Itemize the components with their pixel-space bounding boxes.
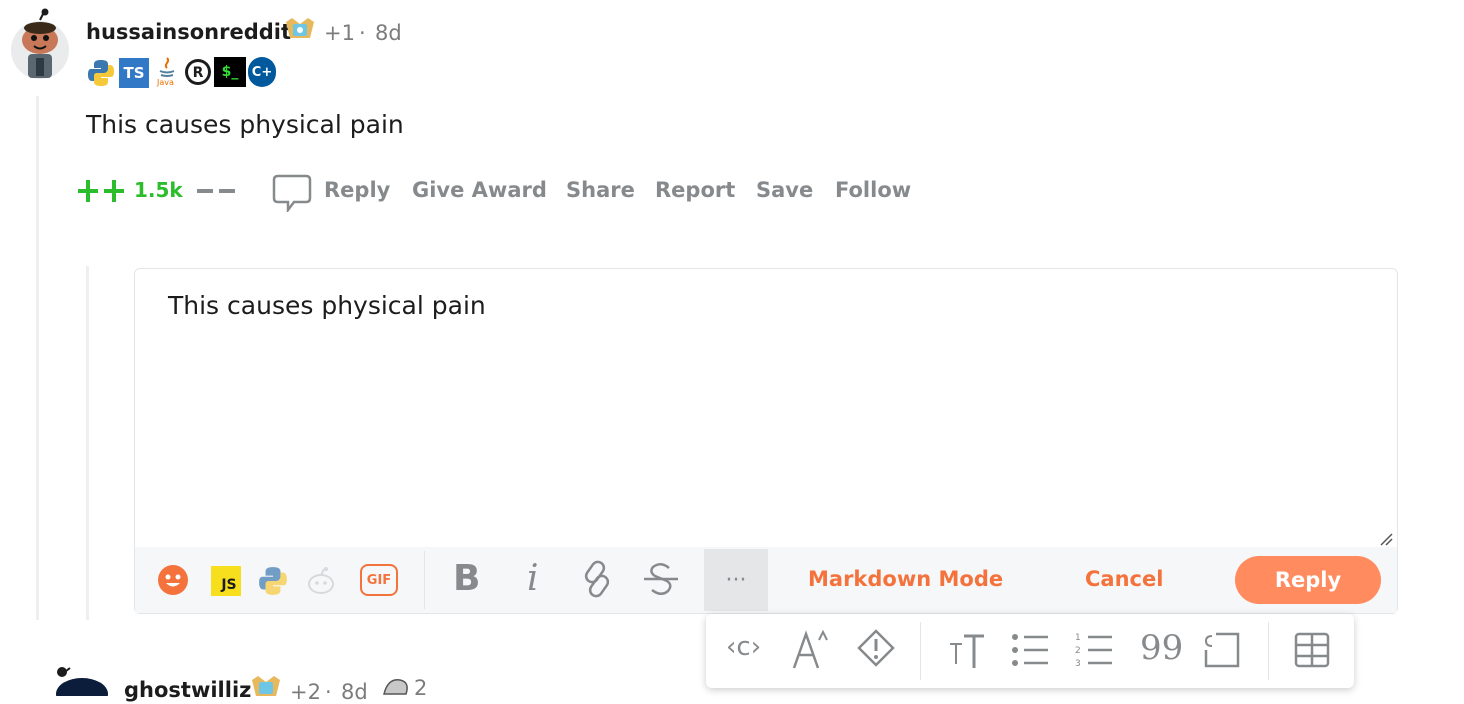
quote-icon[interactable]: 99 bbox=[1140, 628, 1183, 668]
svg-text:2: 2 bbox=[1075, 646, 1081, 656]
save-link[interactable]: Save bbox=[756, 178, 813, 202]
cplusplus-label: C+ bbox=[251, 64, 273, 80]
svg-text:1: 1 bbox=[1075, 633, 1081, 643]
toolbar-divider bbox=[424, 551, 425, 609]
bold-label: B bbox=[453, 558, 481, 599]
italic-button[interactable]: i bbox=[527, 559, 539, 599]
next-comment-age[interactable]: 8d bbox=[341, 680, 368, 704]
next-karma-delta: +2 bbox=[290, 680, 321, 704]
award-icon bbox=[284, 16, 316, 46]
reply-editor[interactable]: This causes physical pain JS GIF B i ···… bbox=[134, 268, 1398, 614]
resize-handle[interactable] bbox=[1379, 531, 1393, 546]
comment-age[interactable]: 8d bbox=[375, 21, 402, 45]
snoo-emote-icon[interactable] bbox=[305, 565, 337, 597]
reply-thread-line[interactable] bbox=[86, 266, 89, 620]
popover-divider bbox=[920, 622, 921, 680]
terminal-icon: $_ bbox=[214, 57, 246, 87]
cplusplus-icon: C+ bbox=[248, 57, 276, 87]
popover-divider bbox=[1268, 622, 1269, 680]
gif-button[interactable]: GIF bbox=[360, 564, 398, 596]
next-award-count: 2 bbox=[414, 676, 428, 700]
avatar[interactable] bbox=[10, 8, 70, 84]
formatting-popover: ‹c› 1 2 3 99 bbox=[706, 614, 1354, 688]
comment-icon[interactable] bbox=[272, 172, 312, 214]
typescript-label: TS bbox=[123, 64, 145, 82]
vote-count: 1.5k bbox=[134, 178, 183, 202]
reply-submit-button[interactable]: Reply bbox=[1235, 556, 1381, 604]
upvote-button[interactable] bbox=[76, 176, 128, 206]
karma-delta: +1 bbox=[324, 21, 355, 45]
java-icon: Java bbox=[153, 56, 181, 88]
bold-button[interactable]: B bbox=[453, 559, 480, 599]
strikethrough-icon[interactable] bbox=[641, 559, 681, 601]
rust-icon: R bbox=[183, 57, 213, 87]
next-meta-separator: · bbox=[325, 680, 332, 704]
python-icon bbox=[86, 58, 116, 88]
python-emote-icon[interactable] bbox=[257, 565, 289, 597]
meta-separator: · bbox=[359, 21, 366, 45]
next-award-icon bbox=[250, 674, 282, 700]
username[interactable]: hussainsonreddit bbox=[86, 20, 291, 44]
svg-text:3: 3 bbox=[1075, 659, 1081, 669]
follow-link[interactable]: Follow bbox=[835, 178, 911, 202]
inline-code-icon[interactable]: ‹c› bbox=[726, 632, 761, 662]
typescript-icon: TS bbox=[119, 58, 149, 88]
downvote-button[interactable] bbox=[195, 176, 239, 206]
report-link[interactable]: Report bbox=[655, 178, 735, 202]
share-link[interactable]: Share bbox=[566, 178, 635, 202]
table-icon[interactable] bbox=[1294, 632, 1330, 668]
svg-text:R: R bbox=[193, 65, 204, 81]
more-label: ··· bbox=[725, 567, 747, 593]
terminal-label: $_ bbox=[221, 64, 239, 80]
numbered-list-icon[interactable]: 1 2 3 bbox=[1074, 630, 1114, 670]
java-label: Java bbox=[157, 78, 174, 87]
bulleted-list-icon[interactable] bbox=[1010, 630, 1050, 670]
gif-label: GIF bbox=[366, 572, 392, 588]
markdown-mode-button[interactable]: Markdown Mode bbox=[808, 567, 1003, 591]
editor-toolbar: JS GIF B i ··· Markdown Mode Cancel Repl… bbox=[135, 547, 1397, 613]
javascript-emote-icon[interactable]: JS bbox=[211, 566, 241, 596]
next-username[interactable]: ghostwilliz bbox=[124, 678, 251, 702]
reply-link[interactable]: Reply bbox=[324, 178, 390, 202]
inline-code-label: ‹c› bbox=[726, 632, 762, 662]
cancel-button[interactable]: Cancel bbox=[1085, 567, 1163, 591]
js-label: JS bbox=[221, 577, 237, 593]
emoji-icon[interactable] bbox=[157, 564, 189, 596]
next-avatar[interactable] bbox=[52, 664, 108, 696]
quote-label: 99 bbox=[1140, 628, 1184, 668]
superscript-icon[interactable] bbox=[792, 628, 832, 672]
spoiler-icon[interactable] bbox=[856, 628, 896, 672]
silver-award-icon bbox=[380, 674, 412, 700]
editor-textarea[interactable]: This causes physical pain bbox=[168, 291, 486, 320]
italic-label: i bbox=[527, 558, 539, 599]
thread-line[interactable] bbox=[36, 96, 39, 620]
comment-body: This causes physical pain bbox=[86, 110, 404, 139]
give-award-link[interactable]: Give Award bbox=[412, 178, 547, 202]
link-icon[interactable] bbox=[579, 559, 615, 599]
code-block-icon[interactable] bbox=[1202, 630, 1242, 670]
heading-icon[interactable] bbox=[948, 630, 988, 672]
more-options-button[interactable]: ··· bbox=[704, 549, 768, 611]
